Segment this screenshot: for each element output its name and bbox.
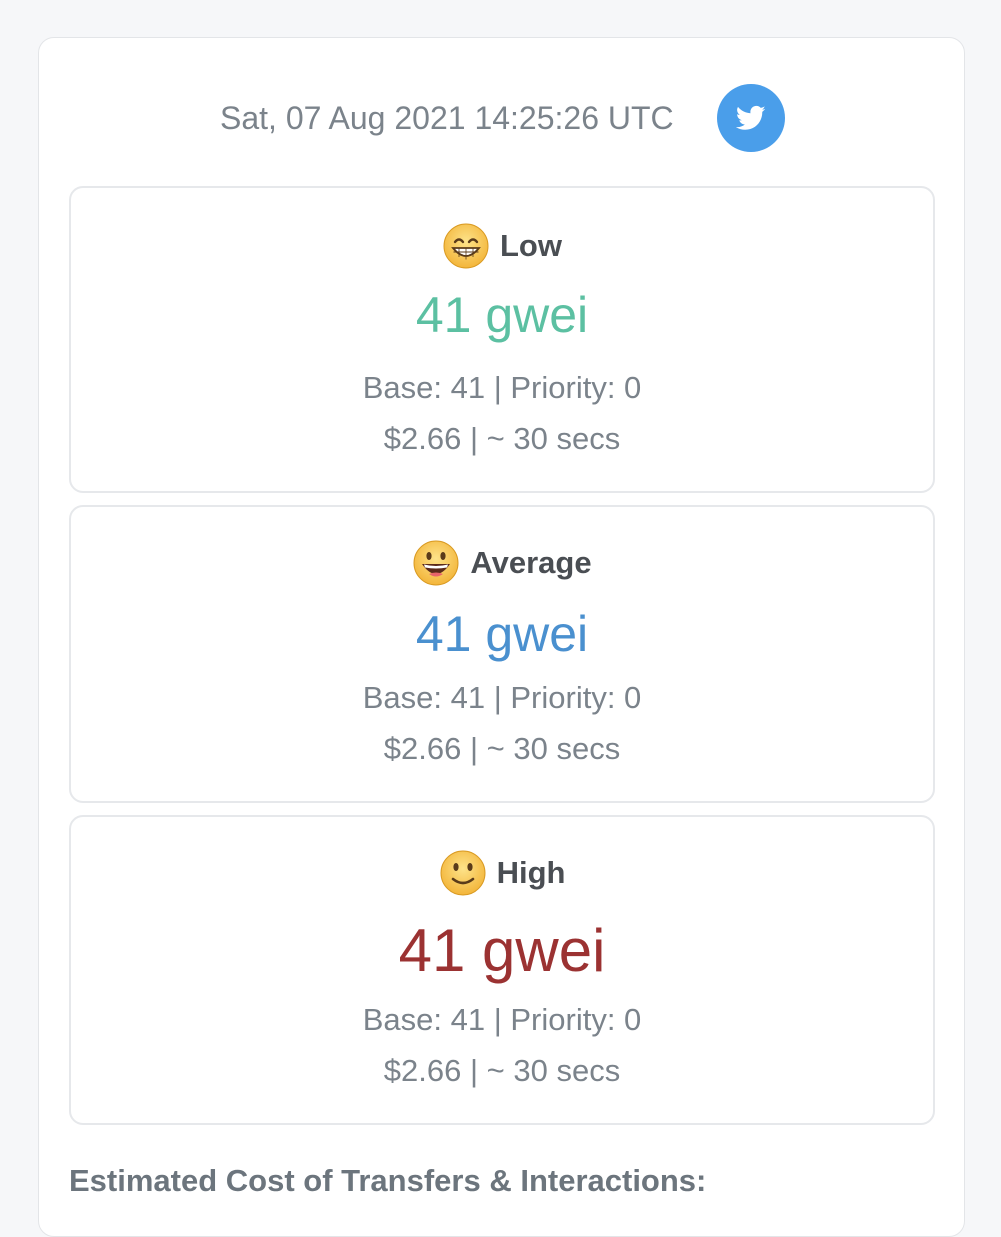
grinning-face-with-smiling-eyes-icon xyxy=(443,223,489,269)
twitter-share-button[interactable] xyxy=(717,84,785,152)
tier-label-average: Average xyxy=(470,545,592,580)
tier-title-low: Low xyxy=(71,222,933,270)
tier-card-high: High 41 gwei Base: 41 | Priority: 0 $2.6… xyxy=(69,815,935,1125)
gwei-value-high: 41 gwei xyxy=(398,917,606,984)
twitter-icon xyxy=(736,105,766,130)
tier-card-low: Low 41 gwei Base: 41 | Priority: 0 $2.66… xyxy=(69,186,935,493)
base-priority-high: Base: 41 | Priority: 0 xyxy=(362,1002,642,1037)
grinning-face-big-eyes-icon xyxy=(413,540,459,586)
base-priority-low: Base: 41 | Priority: 0 xyxy=(362,370,642,405)
cost-time-high: $2.66 | ~ 30 secs xyxy=(383,1053,621,1088)
cost-time-average: $2.66 | ~ 30 secs xyxy=(383,731,621,766)
gwei-value-average: 41 gwei xyxy=(415,606,589,662)
timestamp: Sat, 07 Aug 2021 14:25:26 UTC xyxy=(220,100,674,136)
tier-label-low: Low xyxy=(500,228,562,263)
slightly-smiling-face-icon xyxy=(440,850,486,896)
gas-tracker-card: Sat, 07 Aug 2021 14:25:26 UTC Low 41 gwe… xyxy=(38,37,965,1237)
tier-title-high: High xyxy=(71,849,933,897)
tier-label-high: High xyxy=(496,855,566,890)
base-priority-average: Base: 41 | Priority: 0 xyxy=(362,680,642,715)
tier-title-average: Average xyxy=(71,539,933,587)
tier-card-average: Average 41 gwei Base: 41 | Priority: 0 $… xyxy=(69,505,935,803)
cost-time-low: $2.66 | ~ 30 secs xyxy=(383,421,621,456)
gwei-value-low: 41 gwei xyxy=(415,287,589,343)
estimated-cost-heading: Estimated Cost of Transfers & Interactio… xyxy=(69,1163,707,1198)
